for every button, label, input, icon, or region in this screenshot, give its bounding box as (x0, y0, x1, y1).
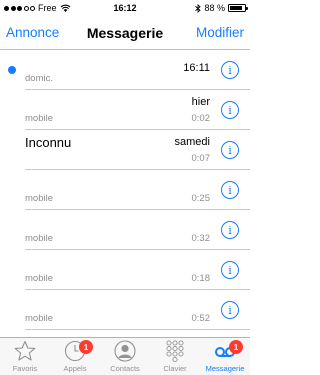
badge-count: 1 (79, 340, 93, 354)
bluetooth-icon (195, 3, 202, 13)
phone-type-label: mobile (25, 313, 53, 324)
tab-label: Clavier (163, 364, 187, 373)
badge-count: 1 (229, 340, 243, 354)
tab-label: Appels (63, 364, 87, 373)
tab-appels[interactable]: Appels 1 (50, 338, 100, 375)
voicemail-row[interactable]: mobile 0:25 i (0, 170, 250, 210)
tab-label: Contacts (110, 364, 140, 373)
info-icon[interactable]: i (221, 101, 239, 119)
info-icon[interactable]: i (221, 301, 239, 319)
voicemail-row[interactable]: Inconnu samedi 0:07 i (0, 130, 250, 170)
tab-bar: Favoris Appels 1 Contacts Clavier Messagerie 1 (0, 337, 250, 375)
phone-type-label: mobile (25, 233, 53, 244)
voicemail-list: domic. 16:11 i mobile hier 0:02 i Inconnu samedi… (0, 50, 250, 337)
keypad-icon (163, 339, 187, 363)
voicemail-duration: 0:02 (191, 113, 211, 124)
tab-label: Favoris (12, 364, 38, 373)
info-icon[interactable]: i (221, 181, 239, 199)
voicemail-row[interactable]: mobile 0:32 i (0, 210, 250, 250)
info-icon[interactable]: i (221, 141, 239, 159)
contacts-icon (113, 339, 137, 363)
unread-dot-icon (8, 66, 16, 74)
wifi-icon (60, 4, 70, 12)
voicemail-date: samedi (174, 136, 210, 148)
caller-name: Inconnu (25, 135, 72, 150)
status-bar: Free 16:12 88 % (0, 0, 250, 16)
phone-type-label: mobile (25, 193, 53, 204)
voicemail-date: hier (191, 96, 210, 108)
star-icon (13, 339, 37, 363)
battery-fill (230, 6, 243, 10)
carrier-label: Free (38, 3, 57, 13)
voicemail-date: 16:11 (183, 62, 210, 74)
tab-messagerie[interactable]: Messagerie 1 (200, 338, 250, 375)
signal-strength-icon (4, 5, 35, 11)
battery-icon (228, 4, 248, 12)
voicemail-row[interactable]: mobile 0:18 i (0, 250, 250, 290)
navigation-bar: Annonce Messagerie Modifier (0, 16, 250, 50)
voicemail-duration: 0:25 (191, 193, 211, 204)
phone-type-label: domic. (25, 73, 53, 84)
tab-clavier[interactable]: Clavier (150, 338, 200, 375)
tab-favoris[interactable]: Favoris (0, 338, 50, 375)
voicemail-row[interactable]: mobile hier 0:02 i (0, 90, 250, 130)
info-icon[interactable]: i (221, 221, 239, 239)
status-left: Free (4, 3, 94, 13)
phone-type-label: mobile (25, 113, 53, 124)
phone-type-label: mobile (25, 273, 53, 284)
battery-percent: 88 % (204, 3, 225, 13)
voicemail-row[interactable]: domic. 16:11 i (0, 50, 250, 90)
tab-label: Messagerie (205, 364, 245, 373)
voicemail-duration: 0:07 (191, 153, 211, 164)
status-time: 16:12 (113, 3, 137, 13)
status-right: 88 % (156, 3, 248, 13)
info-icon[interactable]: i (221, 261, 239, 279)
voicemail-duration: 0:18 (191, 273, 211, 284)
greeting-button[interactable]: Annonce (6, 25, 59, 40)
voicemail-row[interactable]: mobile 0:52 i (0, 290, 250, 330)
edit-button[interactable]: Modifier (196, 25, 244, 40)
info-icon[interactable]: i (221, 61, 239, 79)
tab-contacts[interactable]: Contacts (100, 338, 150, 375)
voicemail-duration: 0:52 (191, 313, 211, 324)
voicemail-duration: 0:32 (191, 233, 211, 244)
